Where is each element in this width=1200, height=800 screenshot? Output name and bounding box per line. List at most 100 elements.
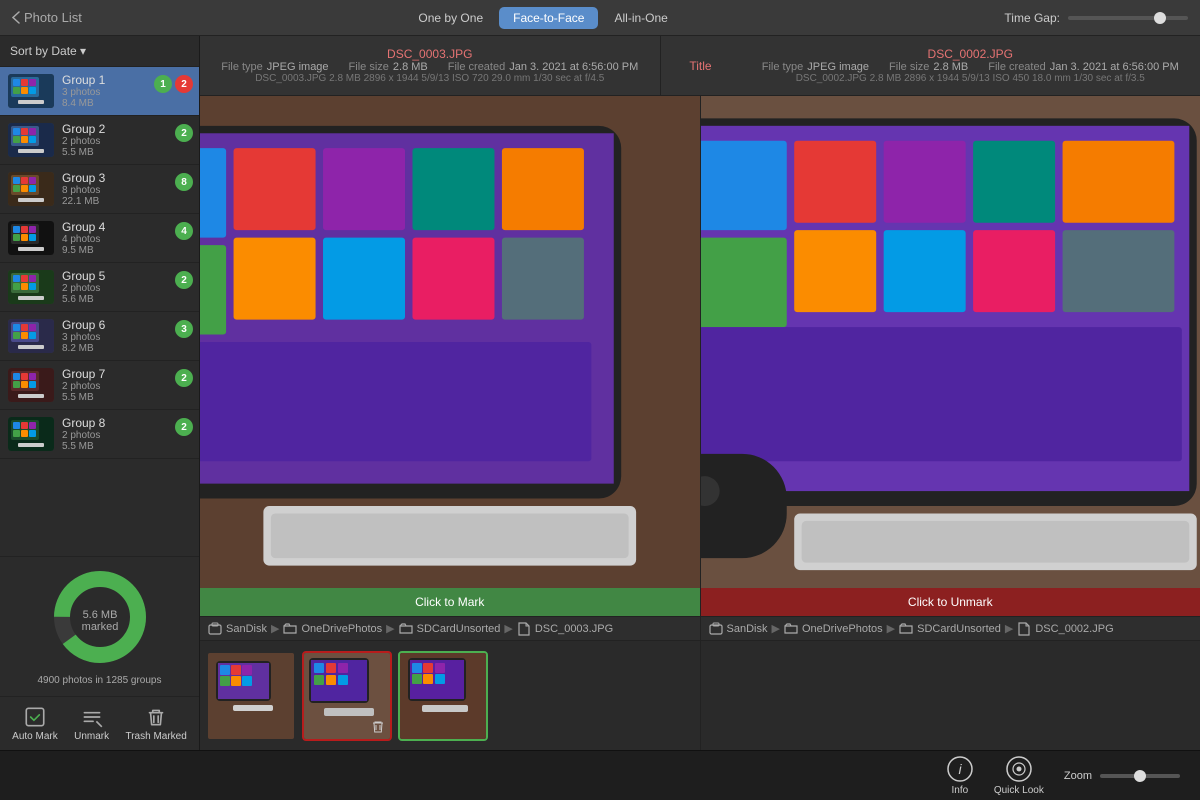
left-main-image — [200, 96, 700, 588]
group-meta-4: 4 photos9.5 MB — [62, 234, 191, 256]
group-name-6: Group 6 — [62, 318, 191, 332]
group-badges-2: 2 — [175, 124, 193, 142]
group-thumb-6 — [8, 319, 54, 353]
badge-green: 2 — [175, 124, 193, 142]
auto-mark-button[interactable]: Auto Mark — [12, 705, 58, 742]
info-button[interactable]: i Info — [946, 755, 974, 796]
trash-marked-button[interactable]: Trash Marked — [125, 705, 186, 742]
group-name-5: Group 5 — [62, 269, 191, 283]
folder-icon-right — [784, 622, 798, 636]
badge-green: 1 — [154, 75, 172, 93]
right-thumb-strip — [701, 640, 1200, 750]
left-photo[interactable] — [200, 96, 700, 588]
zoom-control: Zoom — [1064, 770, 1180, 782]
thumb-1[interactable] — [206, 651, 296, 741]
group-badges-3: 8 — [175, 173, 193, 191]
group-info-7: Group 7 2 photos5.5 MB — [62, 367, 191, 403]
tab-all-in-one[interactable]: All-in-One — [600, 7, 681, 29]
file-icon-right — [1017, 622, 1031, 636]
folder-icon-left — [283, 622, 297, 636]
group-badges-7: 2 — [175, 369, 193, 387]
donut-size: 5.6 MB — [82, 609, 117, 621]
group-thumb-3 — [8, 172, 54, 206]
right-main-image — [701, 96, 1200, 588]
left-thumb-strip — [200, 640, 700, 750]
sidebar: Sort by Date ▾ Group 1 3 photos8.4 MB 12 — [0, 36, 200, 750]
folder-icon-left2 — [399, 622, 413, 636]
left-file-details: File type JPEG image File size 2.8 MB Fi… — [221, 61, 638, 73]
file-info-header: DSC_0003.JPG File type JPEG image File s… — [200, 36, 1200, 96]
svg-text:i: i — [958, 761, 962, 777]
left-photo-svg — [200, 96, 700, 588]
group-meta-6: 3 photos8.2 MB — [62, 332, 191, 354]
view-tabs: One by One Face-to-Face All-in-One — [404, 7, 681, 29]
sidebar-group-5[interactable]: Group 5 2 photos5.6 MB 2 — [0, 263, 199, 312]
right-mark-bar[interactable]: Click to Unmark — [701, 588, 1200, 616]
group-thumb-4 — [8, 221, 54, 255]
group-meta-7: 2 photos5.5 MB — [62, 381, 191, 403]
drive-icon-right — [709, 622, 723, 636]
sidebar-group-7[interactable]: Group 7 2 photos5.5 MB 2 — [0, 361, 199, 410]
thumb-3[interactable] — [398, 651, 488, 741]
drive-icon — [208, 622, 222, 636]
group-badges-5: 2 — [175, 271, 193, 289]
group-meta-2: 2 photos5.5 MB — [62, 136, 191, 158]
group-info-6: Group 6 3 photos8.2 MB — [62, 318, 191, 354]
right-file-info: DSC_0002.JPG File type JPEG image File s… — [741, 36, 1200, 95]
donut-chart: 5.6 MB marked — [50, 567, 150, 667]
sort-bar[interactable]: Sort by Date ▾ — [0, 36, 199, 67]
badge-red: 2 — [175, 75, 193, 93]
trash-icon — [144, 705, 168, 729]
group-info-5: Group 5 2 photos5.6 MB — [62, 269, 191, 305]
app-header: Photo List One by One Face-to-Face All-i… — [0, 0, 1200, 36]
left-exif: DSC_0003.JPG 2.8 MB 2896 x 1944 5/9/13 I… — [255, 73, 604, 84]
group-thumb-1 — [8, 74, 54, 108]
tab-one-by-one[interactable]: One by One — [404, 7, 497, 29]
sidebar-group-4[interactable]: Group 4 4 photos9.5 MB 4 — [0, 214, 199, 263]
quick-look-button[interactable]: Quick Look — [994, 755, 1044, 796]
sidebar-group-1[interactable]: Group 1 3 photos8.4 MB 12 — [0, 67, 199, 116]
time-gap-label: Time Gap: — [1004, 11, 1060, 25]
auto-mark-icon — [23, 705, 47, 729]
group-badges-1: 12 — [154, 75, 193, 93]
badge-green: 2 — [175, 271, 193, 289]
group-name-2: Group 2 — [62, 122, 191, 136]
time-gap-slider[interactable] — [1068, 16, 1188, 20]
group-info-4: Group 4 4 photos9.5 MB — [62, 220, 191, 256]
zoom-slider[interactable] — [1100, 774, 1180, 778]
badge-green: 8 — [175, 173, 193, 191]
sidebar-group-8[interactable]: Group 8 2 photos5.5 MB 2 — [0, 410, 199, 459]
back-button[interactable]: Photo List — [12, 10, 82, 25]
folder-icon-right2 — [899, 622, 913, 636]
group-name-4: Group 4 — [62, 220, 191, 234]
right-photo-svg — [701, 96, 1200, 588]
sidebar-group-2[interactable]: Group 2 2 photos5.5 MB 2 — [0, 116, 199, 165]
title-left: Title — [689, 59, 711, 73]
left-file-path: SanDisk ▶ OneDrivePhotos ▶ SDCardUnsorte… — [200, 616, 700, 640]
group-thumb-7 — [8, 368, 54, 402]
left-mark-bar[interactable]: Click to Mark — [200, 588, 700, 616]
group-name-7: Group 7 — [62, 367, 191, 381]
group-info-8: Group 8 2 photos5.5 MB — [62, 416, 191, 452]
unmark-button[interactable]: Unmark — [74, 705, 109, 742]
file-icon-left — [517, 622, 531, 636]
group-badges-4: 4 — [175, 222, 193, 240]
group-thumb-2 — [8, 123, 54, 157]
badge-green: 2 — [175, 369, 193, 387]
time-gap-control: Time Gap: — [1004, 11, 1188, 25]
sidebar-group-6[interactable]: Group 6 3 photos8.2 MB 3 — [0, 312, 199, 361]
thumb-2[interactable] — [302, 651, 392, 741]
right-photo[interactable] — [701, 96, 1200, 588]
group-info-2: Group 2 2 photos5.5 MB — [62, 122, 191, 158]
bottom-toolbar: i Info Quick Look Zoom — [0, 750, 1200, 800]
back-label: Photo List — [24, 10, 82, 25]
group-thumb-5 — [8, 270, 54, 304]
group-name-8: Group 8 — [62, 416, 191, 430]
thumb-trash-2 — [370, 719, 386, 735]
badge-green: 4 — [175, 222, 193, 240]
tab-face-to-face[interactable]: Face-to-Face — [499, 7, 598, 29]
content-area: DSC_0003.JPG File type JPEG image File s… — [200, 36, 1200, 750]
info-icon: i — [946, 755, 974, 783]
group-info-3: Group 3 8 photos22.1 MB — [62, 171, 191, 207]
sidebar-group-3[interactable]: Group 3 8 photos22.1 MB 8 — [0, 165, 199, 214]
